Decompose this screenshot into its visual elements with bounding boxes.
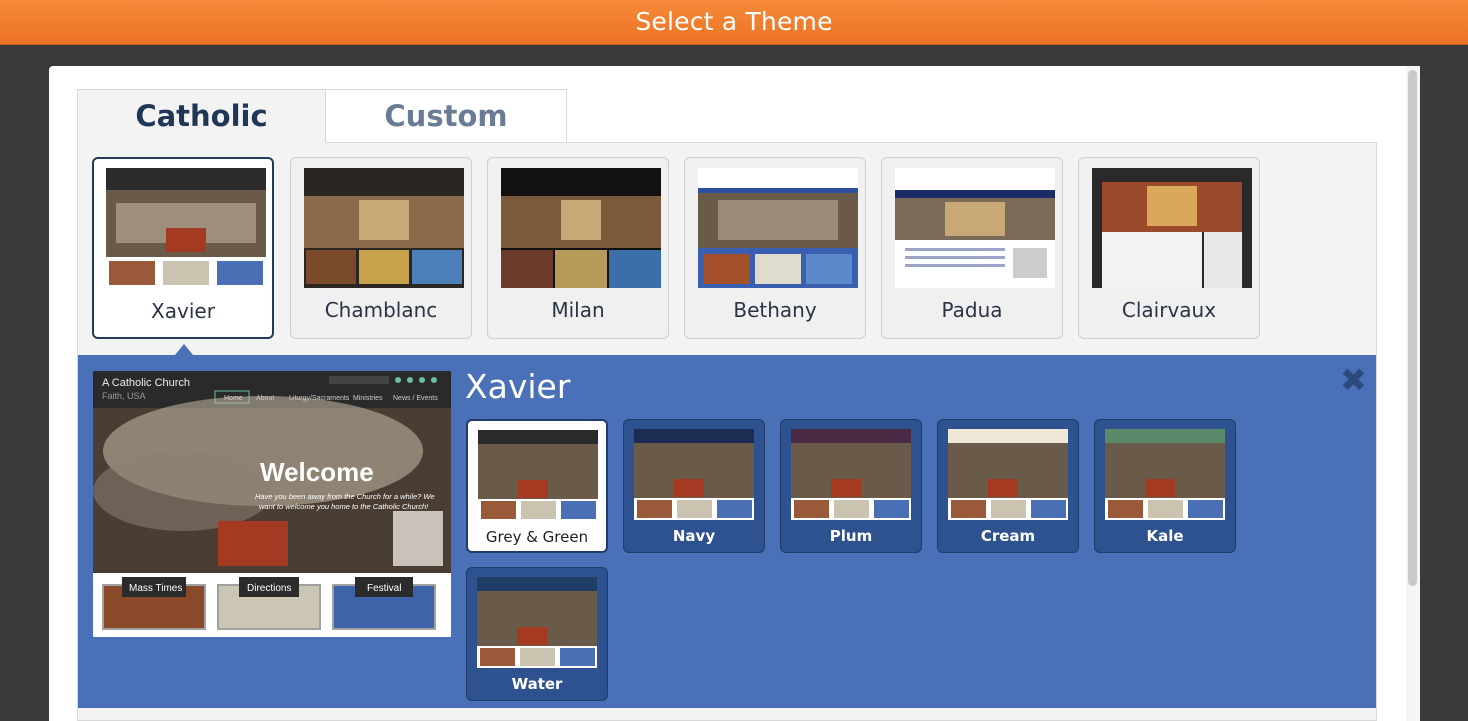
theme-detail-panel: A Catholic Church Faith, USA Home About … [78, 355, 1376, 708]
theme-thumbnail [895, 168, 1055, 288]
variant-grey-green[interactable]: Grey & Green [466, 419, 608, 553]
tab-custom[interactable]: Custom [325, 89, 567, 142]
variant-thumbnail [791, 429, 911, 520]
scrollbar[interactable] [1406, 66, 1420, 721]
theme-preview: A Catholic Church Faith, USA Home About … [93, 371, 451, 637]
theme-card-label: Clairvaux [1121, 298, 1217, 322]
theme-thumbnail [698, 168, 858, 288]
variant-navy[interactable]: Navy [623, 419, 765, 553]
theme-card-label: Xavier [151, 299, 215, 323]
tab-catholic[interactable]: Catholic [77, 89, 326, 143]
theme-card-padua[interactable]: Padua [881, 157, 1063, 339]
preview-btn-mass-times: Mass Times [129, 583, 182, 594]
preview-headline: Welcome [260, 457, 374, 487]
variant-thumbnail [478, 430, 598, 521]
theme-card-label: Padua [941, 298, 1003, 322]
variant-plum[interactable]: Plum [780, 419, 922, 553]
preview-tagline-1: Have you been away from the Church for a… [255, 492, 435, 501]
variant-label: Cream [980, 527, 1036, 545]
dialog-title: Select a Theme [0, 0, 1468, 45]
variant-label: Plum [829, 527, 873, 545]
variant-label: Grey & Green [485, 528, 589, 546]
variant-label: Water [511, 675, 563, 693]
theme-card-chamblanc[interactable]: Chamblanc [290, 157, 472, 339]
theme-list-panel: Xavier Chamblanc Milan Bethany Padua Cla… [77, 142, 1377, 721]
theme-thumbnail [1092, 168, 1252, 288]
preview-nav-ministries: Ministries [353, 395, 383, 402]
theme-thumbnail [106, 168, 266, 288]
preview-nav-news: News / Events [393, 395, 438, 402]
scrollbar-thumb[interactable] [1408, 70, 1417, 586]
variant-kale[interactable]: Kale [1094, 419, 1236, 553]
theme-card-label: Milan [551, 298, 605, 322]
theme-card-label: Bethany [733, 298, 817, 322]
theme-card-xavier[interactable]: Xavier [92, 157, 274, 339]
preview-btn-directions: Directions [247, 583, 291, 594]
theme-picker-dialog: Catholic Custom Xavier Chamblanc Milan B… [49, 66, 1420, 721]
variant-label: Kale [1146, 527, 1184, 545]
theme-thumbnail [501, 168, 661, 288]
variant-thumbnail [634, 429, 754, 520]
theme-card-bethany[interactable]: Bethany [684, 157, 866, 339]
theme-thumbnail [304, 168, 464, 288]
variant-thumbnail [477, 577, 597, 668]
selected-theme-title: Xavier [465, 367, 571, 406]
theme-card-label: Chamblanc [324, 298, 438, 322]
variant-cream[interactable]: Cream [937, 419, 1079, 553]
variant-label: Navy [672, 527, 716, 545]
theme-card-milan[interactable]: Milan [487, 157, 669, 339]
theme-card-clairvaux[interactable]: Clairvaux [1078, 157, 1260, 339]
selection-pointer [175, 344, 193, 355]
variant-thumbnail [1105, 429, 1225, 520]
preview-tagline-2: want to welcome you home to the Catholic… [259, 502, 429, 511]
preview-church-name: A Catholic Church [102, 377, 190, 389]
close-icon[interactable]: ✖ [1340, 361, 1367, 399]
preview-location: Faith, USA [102, 391, 146, 401]
preview-btn-festival: Festival [367, 583, 401, 594]
variant-thumbnail [948, 429, 1068, 520]
variant-water[interactable]: Water [466, 567, 608, 701]
